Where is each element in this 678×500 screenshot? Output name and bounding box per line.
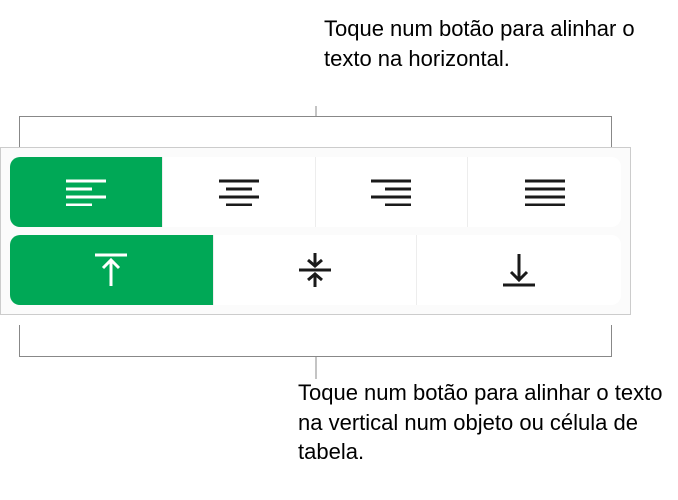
align-left-icon [64,178,108,206]
align-bottom-button[interactable] [417,235,621,305]
align-right-button[interactable] [316,157,469,227]
align-top-button[interactable] [10,235,214,305]
align-center-button[interactable] [163,157,316,227]
callout-horizontal-align: Toque num botão para alinhar o texto na … [324,14,678,73]
align-top-icon [93,252,129,288]
align-middle-icon [297,252,333,288]
bracket-top [19,116,612,148]
callout-vertical-align: Toque num botão para alinhar o texto na … [298,378,678,467]
align-middle-button[interactable] [214,235,418,305]
align-justify-icon [523,178,567,206]
align-center-icon [217,178,261,206]
align-right-icon [369,178,413,206]
vertical-alignment-row [10,235,621,305]
alignment-panel [0,147,631,315]
bracket-bottom [19,325,612,357]
horizontal-alignment-row [10,157,621,227]
align-bottom-icon [501,252,537,288]
align-justify-button[interactable] [468,157,621,227]
align-left-button[interactable] [10,157,163,227]
